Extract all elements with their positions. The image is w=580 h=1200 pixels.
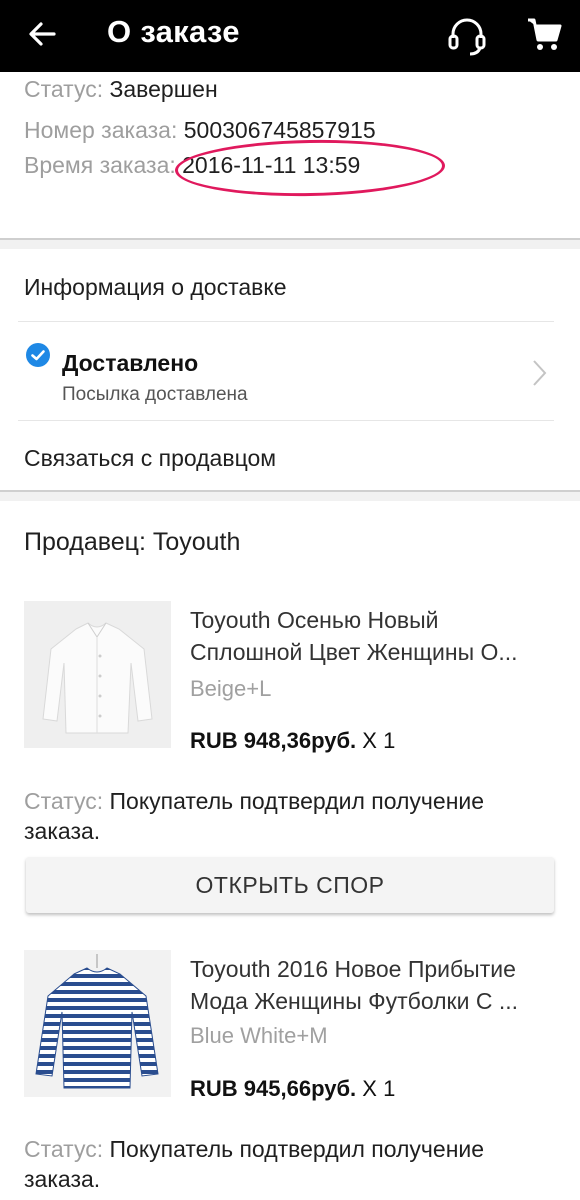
item-status-value-cont: заказа. — [24, 1166, 101, 1192]
product-price: RUB 945,66руб. — [190, 1076, 357, 1101]
order-status-label: Статус: — [24, 76, 104, 102]
page-title: О заказе — [107, 14, 240, 49]
section-separator — [0, 490, 580, 501]
contact-seller-link[interactable]: Связаться с продавцом — [24, 445, 276, 472]
arrow-left-icon[interactable] — [24, 16, 60, 52]
section-separator — [0, 238, 580, 249]
product-variant: Beige+L — [190, 676, 272, 701]
product-price-row: RUB 945,66руб. X 1 — [190, 1076, 395, 1102]
check-circle-icon — [26, 343, 50, 367]
delivery-status-subtitle: Посылка доставлена — [62, 384, 248, 405]
order-number-label: Номер заказа: — [24, 117, 178, 143]
chevron-right-icon — [533, 360, 547, 386]
product-title-line2[interactable]: Мода Женщины Футболки С ... — [190, 988, 555, 1015]
delivery-section-title: Информация о доставке — [24, 274, 287, 300]
product-variant: Blue White+M — [190, 1023, 328, 1048]
order-time-label: Время заказа: — [24, 152, 176, 178]
divider — [18, 321, 554, 322]
headset-icon[interactable] — [444, 12, 490, 58]
cart-icon[interactable] — [524, 14, 564, 54]
item-status-value-cont: заказа. — [24, 818, 101, 844]
open-dispute-button[interactable]: ОТКРЫТЬ СПОР — [26, 857, 554, 913]
product-price-row: RUB 948,36руб. X 1 — [190, 728, 395, 754]
product-title-line1[interactable]: Toyouth 2016 Новое Прибытие — [190, 956, 555, 983]
product-image-striped-shirt[interactable] — [24, 950, 171, 1097]
item-status-label: Статус: — [24, 788, 104, 814]
product-qty: X 1 — [362, 728, 396, 753]
product-title-line2[interactable]: Сплошной Цвет Женщины О... — [190, 639, 555, 666]
product-image-white-shirt[interactable] — [24, 601, 171, 748]
order-status: Статус: Завершен — [24, 76, 218, 103]
item-status-value: Покупатель подтвердил получение — [109, 1136, 485, 1162]
divider — [18, 420, 554, 421]
product-title-line1[interactable]: Toyouth Осенью Новый — [190, 607, 555, 634]
order-status-value: Завершен — [109, 76, 218, 102]
highlight-ring — [174, 137, 446, 199]
product-price: RUB 948,36руб. — [190, 728, 357, 753]
seller-name[interactable]: Продавец: Toyouth — [24, 528, 240, 557]
item-status: Статус: Покупатель подтвердил получение … — [24, 786, 484, 846]
product-qty: X 1 — [362, 1076, 396, 1101]
item-status-value: Покупатель подтвердил получение — [109, 788, 485, 814]
app-bar: О заказе — [0, 0, 580, 72]
item-status: Статус: Покупатель подтвердил получение … — [24, 1134, 484, 1194]
order-number-value: 500306745857915 — [183, 117, 376, 143]
delivery-status-title: Доставлено — [62, 350, 199, 376]
item-status-label: Статус: — [24, 1136, 104, 1162]
